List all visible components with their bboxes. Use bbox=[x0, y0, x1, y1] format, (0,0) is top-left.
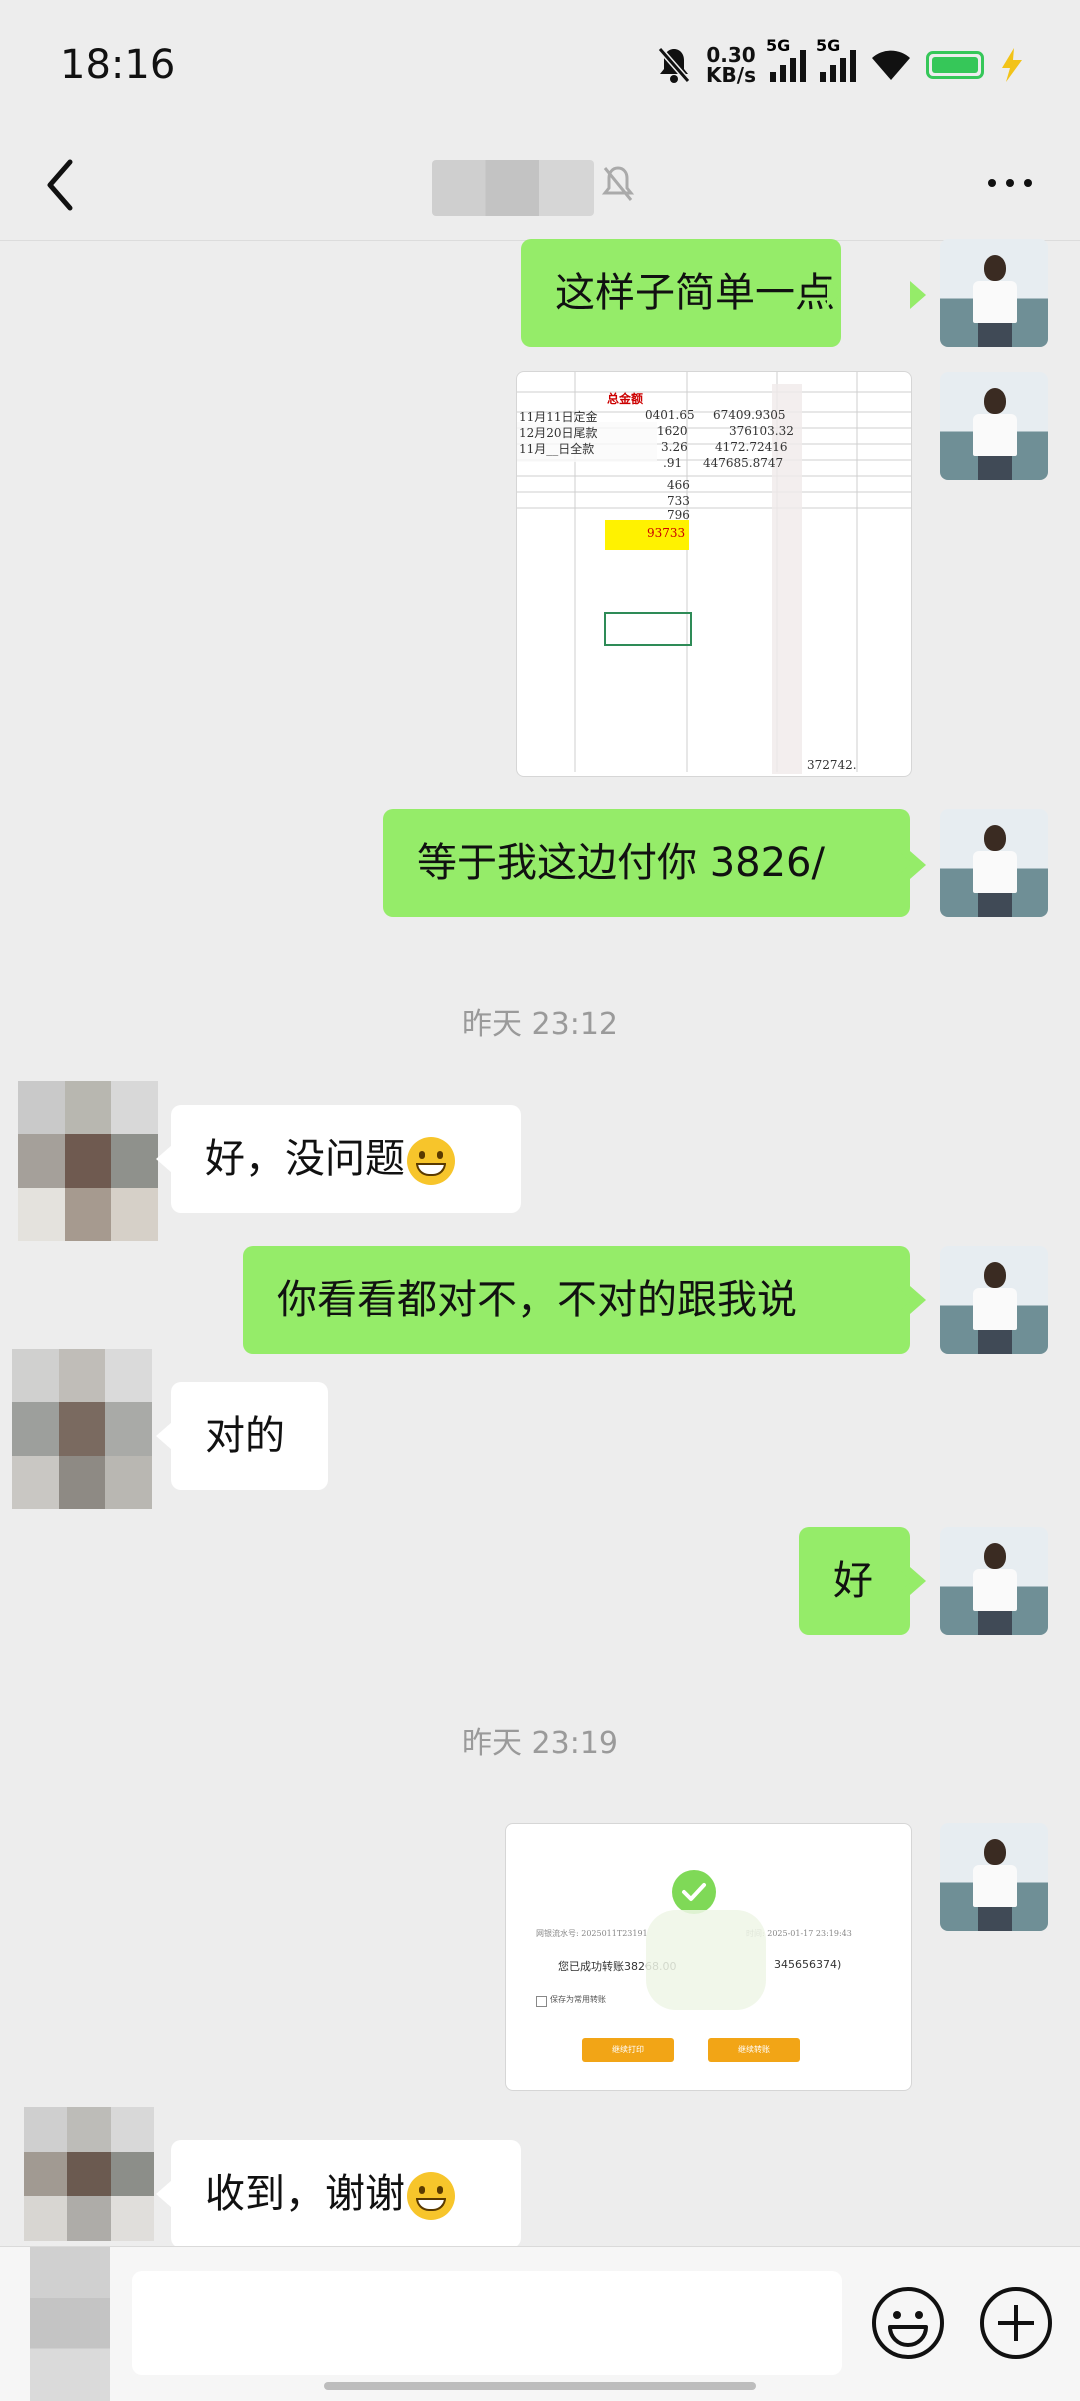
status-bar: 18:16 0.30 KB/s 5G 5G bbox=[0, 0, 1080, 130]
print-button-label: 继续打印 bbox=[612, 2045, 644, 2054]
status-icons: 0.30 KB/s 5G 5G bbox=[656, 36, 1024, 90]
net-speed-unit: KB/s bbox=[706, 63, 756, 87]
sim1-label: 5G bbox=[766, 36, 791, 55]
sheet-c2: 733 bbox=[667, 494, 690, 508]
charging-icon bbox=[1002, 48, 1022, 82]
signal-5g-1-icon: 5G bbox=[766, 36, 806, 82]
battery-icon bbox=[926, 51, 984, 79]
sheet-c3: 796 bbox=[667, 508, 690, 522]
net-speed-value: 0.30 bbox=[706, 43, 756, 67]
avatar-contact-redacted[interactable] bbox=[24, 2107, 154, 2241]
clock: 18:16 bbox=[60, 42, 176, 88]
voice-toggle-redacted[interactable] bbox=[30, 2247, 110, 2401]
sheet-highlight: 93733 bbox=[647, 526, 686, 540]
bubble-tail bbox=[910, 851, 926, 879]
more-dots-icon[interactable] bbox=[980, 168, 1040, 198]
checkbox[interactable] bbox=[536, 1996, 547, 2007]
sheet-header: 总金额 bbox=[607, 392, 644, 406]
chat-header bbox=[0, 130, 1080, 241]
sheet-row2-v1: 1620 bbox=[657, 424, 688, 438]
home-indicator[interactable] bbox=[324, 2382, 756, 2390]
avatar-self[interactable] bbox=[940, 1823, 1048, 1931]
plus-icon[interactable] bbox=[978, 2285, 1054, 2361]
message-text: 收到，谢谢 bbox=[205, 2171, 405, 2217]
mute-bell-icon bbox=[601, 166, 635, 201]
message-bubble-received[interactable]: 收到，谢谢 bbox=[171, 2140, 521, 2248]
image-message-transfer-receipt[interactable]: 网银流水号: 2025011T23191 时间: 2025-01-17 23:1… bbox=[505, 1823, 912, 2091]
avatar-self[interactable] bbox=[940, 372, 1048, 480]
message-text: 这样子简单一点 bbox=[555, 270, 835, 316]
sheet-row2-label: 12月20日尾款 bbox=[519, 426, 598, 440]
redaction-overlay bbox=[646, 1910, 766, 2010]
bubble-tail bbox=[156, 2180, 172, 2208]
timestamp: 昨天 23:19 bbox=[462, 1726, 618, 1761]
sheet-row1-v2: 67409.9305 bbox=[713, 408, 786, 422]
bubble-tail bbox=[156, 1145, 172, 1173]
sheet-row2-v2: 376103.32 bbox=[729, 424, 794, 438]
avatar-self[interactable] bbox=[940, 1246, 1048, 1354]
grin-emoji-icon bbox=[407, 1137, 455, 1185]
message-bubble-sent[interactable]: 这样子简单一点 bbox=[521, 239, 841, 347]
sheet-row4-v1: .91 bbox=[663, 456, 683, 470]
message-text: 对的 bbox=[205, 1413, 285, 1459]
bell-muted-icon bbox=[657, 47, 691, 83]
timestamp: 昨天 23:12 bbox=[462, 1007, 618, 1042]
receipt-account: 345656374) bbox=[774, 1958, 842, 1971]
net-speed: 0.30 KB/s bbox=[706, 45, 756, 85]
sheet-row3-v2: 4172.72416 bbox=[715, 440, 788, 454]
signal-5g-2-icon: 5G bbox=[816, 36, 856, 82]
image-message-spreadsheet[interactable]: 总金额 11月11日定金 0401.65 67409.9305 12月20日尾款… bbox=[516, 371, 912, 777]
sheet-row3-label: 11月__日全款 bbox=[519, 442, 595, 456]
chevron-left-icon[interactable] bbox=[38, 150, 98, 220]
contact-name-redacted[interactable] bbox=[432, 160, 594, 216]
wifi-icon bbox=[872, 50, 910, 80]
sheet-c1: 466 bbox=[667, 478, 690, 492]
bubble-tail bbox=[910, 1286, 926, 1314]
message-text: 等于我这边付你 3826/ bbox=[417, 840, 825, 886]
avatar-self[interactable] bbox=[940, 239, 1048, 347]
print-button[interactable]: 继续打印 bbox=[582, 2038, 674, 2062]
bubble-tail bbox=[156, 1422, 172, 1450]
transfer-again-button[interactable]: 继续转账 bbox=[708, 2038, 800, 2062]
message-input[interactable] bbox=[132, 2271, 842, 2375]
sheet-row3-v1: 3.26 bbox=[661, 440, 688, 454]
avatar-self[interactable] bbox=[940, 809, 1048, 917]
message-text: 好 bbox=[833, 1558, 873, 1604]
message-bubble-sent[interactable]: 等于我这边付你 3826/ bbox=[383, 809, 910, 917]
bubble-tail bbox=[910, 281, 926, 309]
sheet-row1-v1: 0401.65 bbox=[645, 408, 695, 422]
grin-emoji-icon bbox=[407, 2172, 455, 2220]
sim2-label: 5G bbox=[816, 36, 841, 55]
input-bar bbox=[0, 2246, 1080, 2401]
sheet-row1-label: 11月11日定金 bbox=[519, 410, 598, 424]
sheet-total: 372742. bbox=[807, 758, 857, 772]
receipt-save-label: 保存为常用转账 bbox=[550, 1995, 606, 2004]
message-bubble-sent[interactable]: 好 bbox=[799, 1527, 910, 1635]
message-list[interactable]: 这样子简单一点 总金额 11月11日定金 0401.65 67409.9305 … bbox=[0, 239, 1080, 2248]
success-check-icon bbox=[672, 1870, 716, 1914]
avatar-self[interactable] bbox=[940, 1527, 1048, 1635]
avatar-contact-redacted[interactable] bbox=[18, 1081, 158, 1241]
message-bubble-received[interactable]: 对的 bbox=[171, 1382, 328, 1490]
emoji-icon[interactable] bbox=[870, 2285, 946, 2361]
sheet-row4-v2: 447685.8747 bbox=[703, 456, 784, 470]
message-bubble-sent[interactable]: 你看看都对不，不对的跟我说 bbox=[243, 1246, 910, 1354]
bubble-tail bbox=[910, 1567, 926, 1595]
transfer-again-button-label: 继续转账 bbox=[738, 2045, 770, 2054]
receipt-serial: 网银流水号: 2025011T23191 bbox=[536, 1929, 648, 1938]
message-text: 好，没问题 bbox=[205, 1136, 405, 1182]
avatar-contact-redacted[interactable] bbox=[12, 1349, 152, 1509]
message-bubble-received[interactable]: 好，没问题 bbox=[171, 1105, 521, 1213]
message-text: 你看看都对不，不对的跟我说 bbox=[277, 1277, 797, 1323]
